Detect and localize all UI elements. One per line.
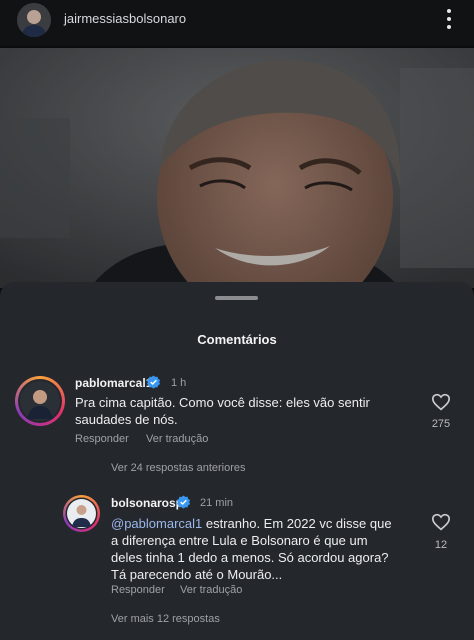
like-count: 12 <box>434 539 448 551</box>
like-count: 275 <box>431 418 451 430</box>
reply-button[interactable]: Responder <box>111 584 165 596</box>
reply-button[interactable]: Responder <box>75 433 129 445</box>
post-author-avatar[interactable] <box>17 3 51 37</box>
reply-avatar[interactable] <box>63 495 100 532</box>
reply-username[interactable]: bolsonarosp <box>111 496 183 510</box>
verified-badge-icon <box>146 375 161 389</box>
comment-avatar[interactable] <box>15 376 65 426</box>
view-previous-replies-button[interactable]: Ver 24 respostas anteriores <box>111 462 246 474</box>
reply-text: @pablomarcal1 estranho. Em 2022 vc disse… <box>111 515 401 583</box>
comment-username[interactable]: pablomarcal1 <box>75 376 152 390</box>
comment-text: Pra cima capitão. Como você disse: eles … <box>75 395 370 427</box>
heart-outline-icon[interactable] <box>431 513 451 531</box>
view-more-replies-button[interactable]: Ver mais 12 respostas <box>111 613 220 625</box>
heart-outline-icon[interactable] <box>431 393 451 411</box>
comments-sheet: Comentários pablomarcal1 1 h Pra cima ca… <box>0 282 474 640</box>
post-header: jairmessiasbolsonaro <box>0 0 474 46</box>
more-options-icon[interactable] <box>446 6 452 32</box>
verified-badge-icon <box>176 495 191 509</box>
sheet-title: Comentários <box>197 332 277 347</box>
mention-link[interactable]: @pablomarcal1 <box>111 516 202 531</box>
reply-time: 21 min <box>200 497 234 509</box>
comment-time: 1 h <box>171 377 187 389</box>
see-translation-button[interactable]: Ver tradução <box>146 433 208 445</box>
post-author-username[interactable]: jairmessiasbolsonaro <box>64 11 186 26</box>
post-photo <box>0 48 474 288</box>
see-translation-button[interactable]: Ver tradução <box>180 584 242 596</box>
drag-handle[interactable] <box>215 296 258 300</box>
